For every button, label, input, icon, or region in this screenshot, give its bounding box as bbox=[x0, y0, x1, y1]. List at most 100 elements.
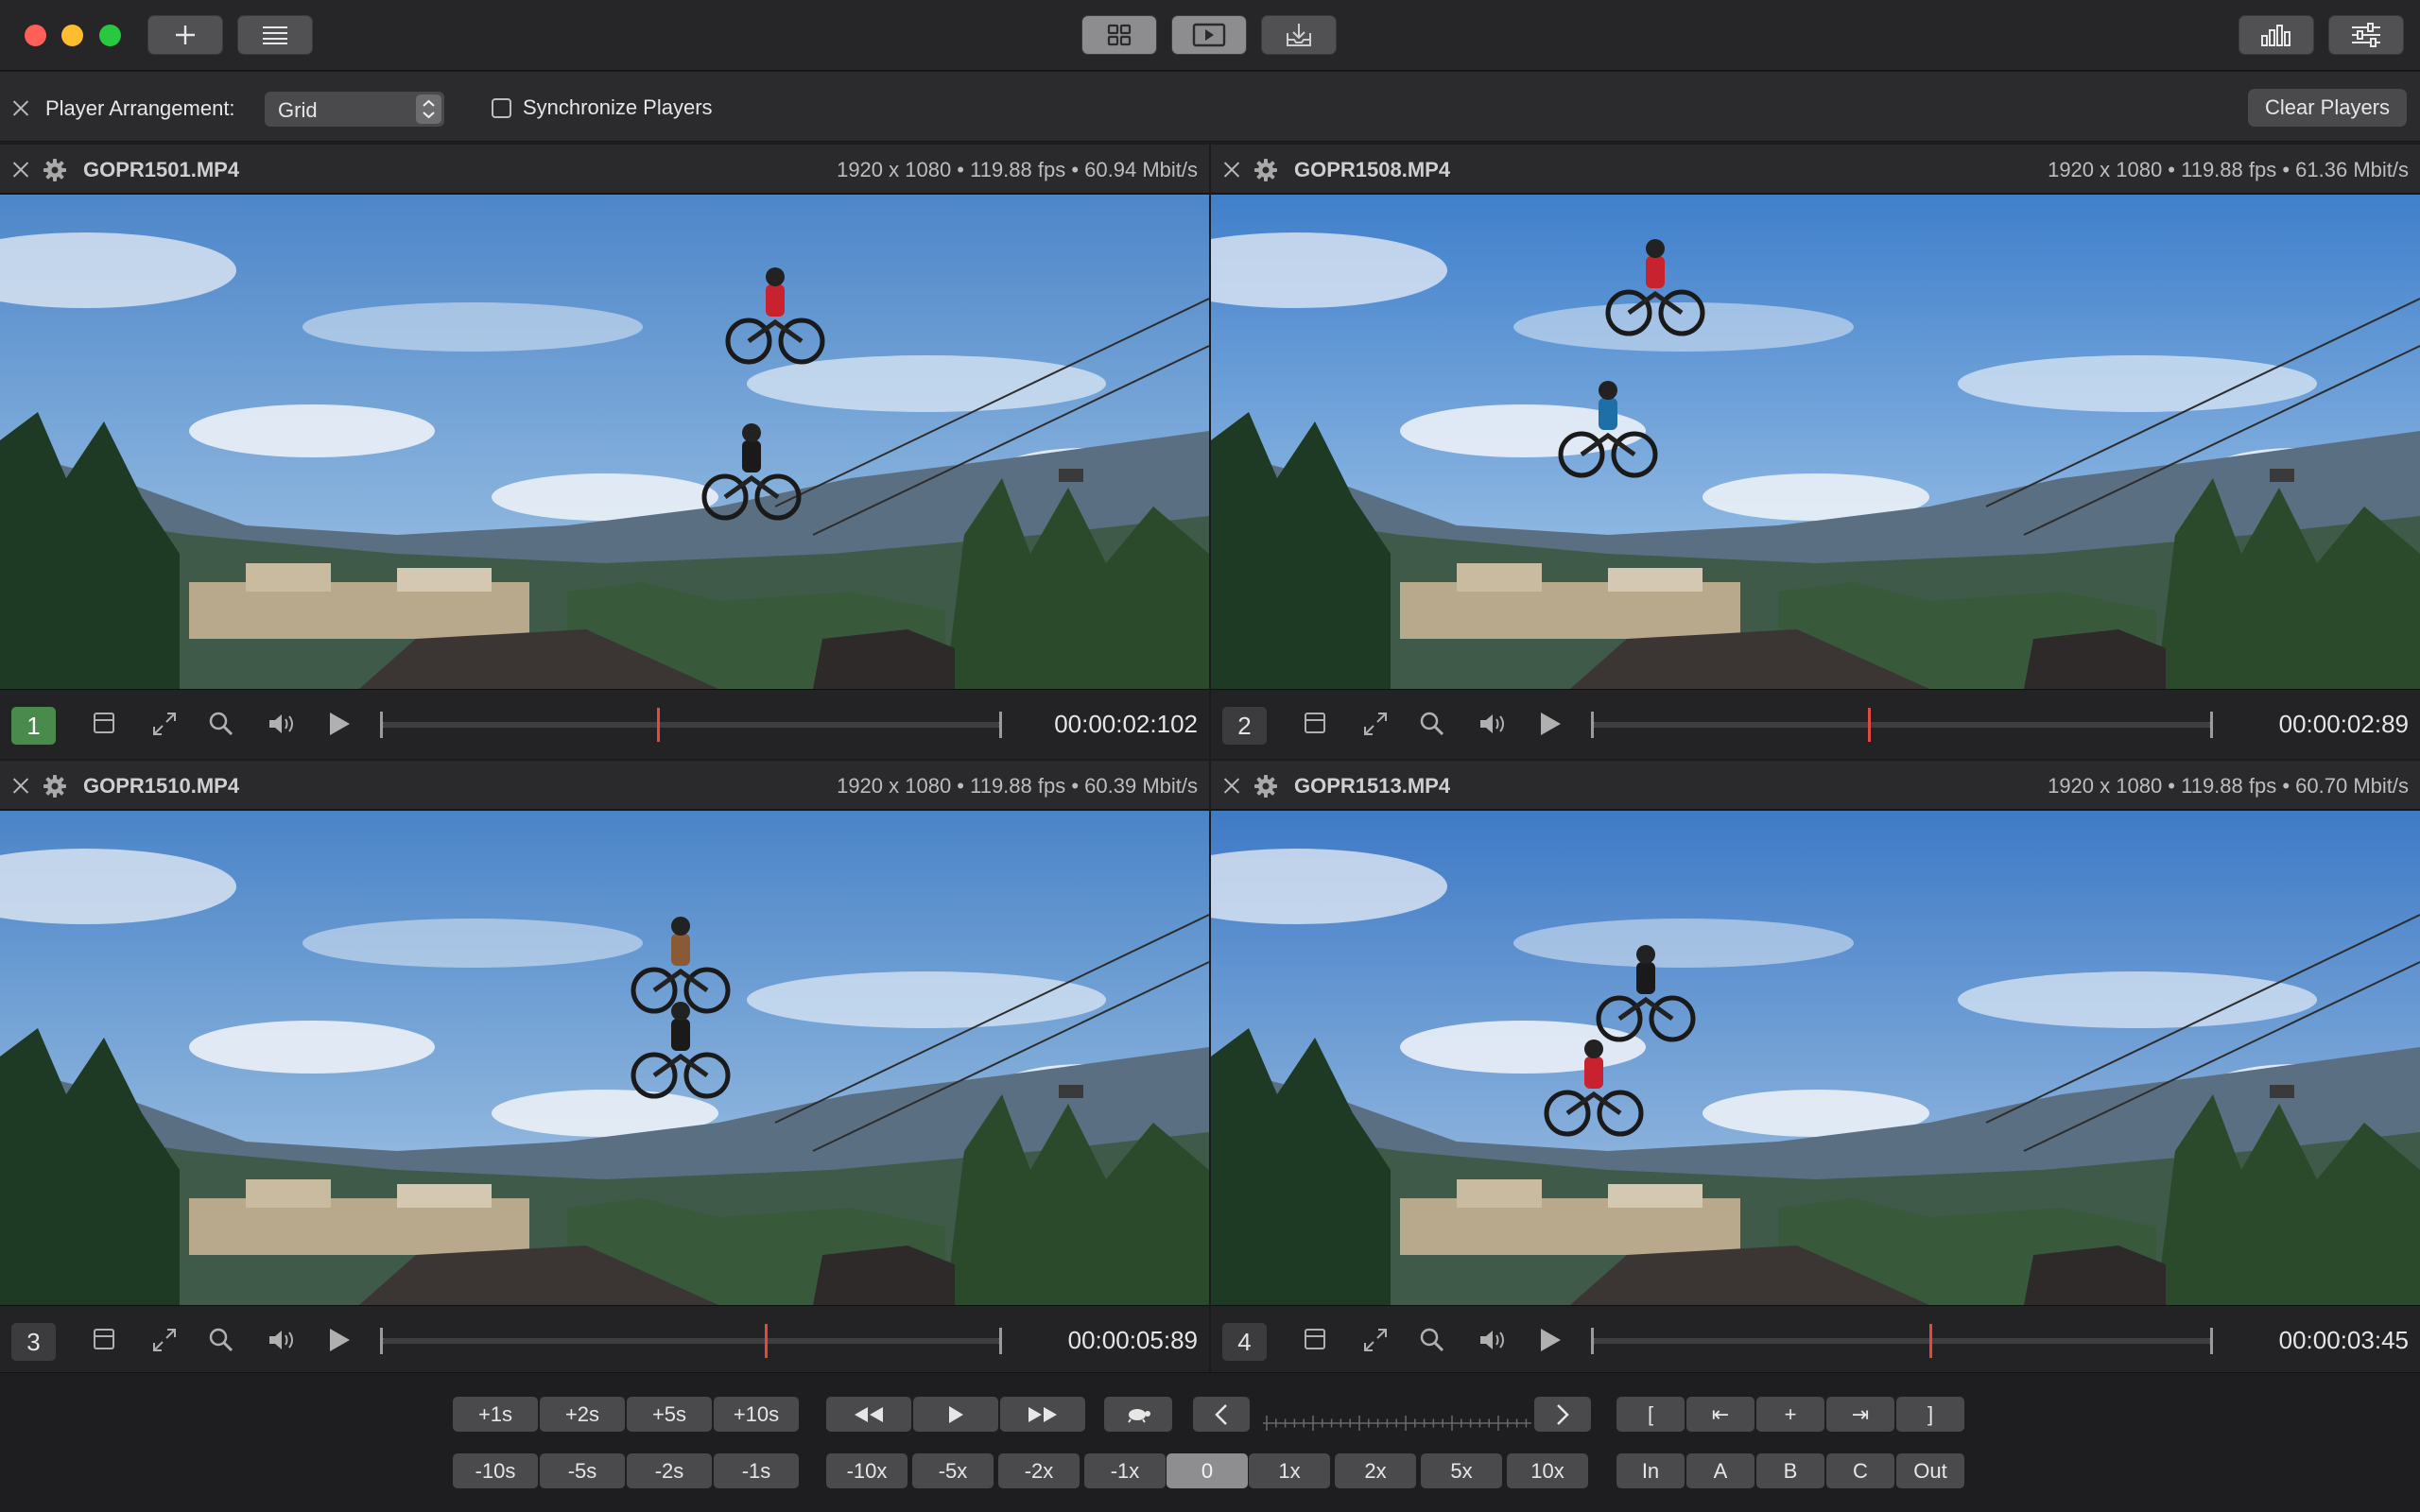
playhead[interactable] bbox=[765, 1324, 769, 1358]
window-close-button[interactable] bbox=[25, 25, 46, 46]
playhead[interactable] bbox=[1868, 708, 1872, 742]
fullscreen-icon[interactable] bbox=[151, 1327, 178, 1353]
import-button[interactable] bbox=[1261, 15, 1337, 55]
player-filename: GOPR1501.MP4 bbox=[83, 158, 240, 181]
window-zoom-button[interactable] bbox=[99, 25, 121, 46]
player-number-badge[interactable]: 2 bbox=[1222, 707, 1267, 745]
jump-forward-button[interactable]: +2s bbox=[540, 1397, 625, 1432]
speed-button[interactable]: -5x bbox=[912, 1453, 994, 1488]
jump-back-button[interactable]: -2s bbox=[627, 1453, 712, 1488]
timeline-scrubber[interactable] bbox=[380, 708, 1002, 742]
playhead[interactable] bbox=[657, 708, 661, 742]
video-frame[interactable] bbox=[0, 195, 1209, 689]
video-frame[interactable] bbox=[0, 811, 1209, 1305]
zoom-icon[interactable] bbox=[208, 1327, 234, 1353]
clear-players-button[interactable]: Clear Players bbox=[2248, 89, 2407, 127]
timeline-scrubber[interactable] bbox=[1591, 1324, 2213, 1358]
volume-icon[interactable] bbox=[267, 711, 295, 737]
player-number-badge[interactable]: 1 bbox=[11, 707, 56, 745]
snapshot-icon[interactable] bbox=[1304, 711, 1326, 735]
grid-view-button[interactable] bbox=[1081, 15, 1157, 55]
mark-button[interactable]: ⇤ bbox=[1686, 1397, 1754, 1432]
gear-icon[interactable] bbox=[43, 159, 66, 181]
jump-back-button[interactable]: -1s bbox=[714, 1453, 799, 1488]
volume-icon[interactable] bbox=[267, 1327, 295, 1353]
slow-motion-button[interactable] bbox=[1104, 1397, 1172, 1432]
play-icon[interactable] bbox=[1538, 711, 1563, 737]
mark-label-button[interactable]: B bbox=[1756, 1453, 1824, 1488]
play-icon[interactable] bbox=[1538, 1327, 1563, 1353]
close-player-icon[interactable] bbox=[12, 777, 29, 794]
statistics-button[interactable] bbox=[2238, 15, 2314, 55]
mark-button[interactable]: ⇥ bbox=[1826, 1397, 1894, 1432]
turtle-icon bbox=[1128, 1408, 1150, 1423]
playhead[interactable] bbox=[1929, 1324, 1933, 1358]
synchronize-checkbox[interactable] bbox=[492, 98, 511, 118]
close-player-icon[interactable] bbox=[1223, 777, 1240, 794]
speed-button[interactable]: -1x bbox=[1084, 1453, 1166, 1488]
jump-forward-button[interactable]: +1s bbox=[453, 1397, 538, 1432]
mark-label-button[interactable]: In bbox=[1616, 1453, 1685, 1488]
gear-icon[interactable] bbox=[1254, 775, 1277, 798]
jump-back-button[interactable]: -10s bbox=[453, 1453, 538, 1488]
player-controls: 2 00:00:02:89 bbox=[1211, 689, 2420, 759]
snapshot-icon[interactable] bbox=[93, 1327, 115, 1351]
fullscreen-icon[interactable] bbox=[1362, 711, 1389, 737]
arrangement-select[interactable]: Grid bbox=[265, 92, 444, 127]
adjustments-button[interactable] bbox=[2328, 15, 2404, 55]
step-forward-button[interactable] bbox=[1534, 1397, 1591, 1432]
snapshot-icon[interactable] bbox=[1304, 1327, 1326, 1351]
mark-button[interactable]: [ bbox=[1616, 1397, 1685, 1432]
zoom-icon[interactable] bbox=[208, 711, 234, 737]
mark-label-button[interactable]: A bbox=[1686, 1453, 1754, 1488]
mark-button[interactable]: ] bbox=[1896, 1397, 1964, 1432]
timeline-scrubber[interactable] bbox=[1591, 708, 2213, 742]
gear-icon[interactable] bbox=[1254, 159, 1277, 181]
player-4: GOPR1513.MP4 1920 x 1080 • 119.88 fps • … bbox=[1211, 761, 2420, 1375]
video-frame[interactable] bbox=[1211, 195, 2420, 689]
fast-forward-button[interactable] bbox=[1000, 1397, 1085, 1432]
mark-button[interactable]: + bbox=[1756, 1397, 1824, 1432]
volume-icon[interactable] bbox=[1478, 1327, 1506, 1353]
speed-button[interactable]: 2x bbox=[1335, 1453, 1416, 1488]
player-view-button[interactable] bbox=[1171, 15, 1247, 55]
player-number-badge[interactable]: 4 bbox=[1222, 1323, 1267, 1361]
player-1: GOPR1501.MP4 1920 x 1080 • 119.88 fps • … bbox=[0, 145, 1209, 759]
fullscreen-icon[interactable] bbox=[151, 711, 178, 737]
jump-forward-button[interactable]: +10s bbox=[714, 1397, 799, 1432]
window-minimize-button[interactable] bbox=[61, 25, 83, 46]
fullscreen-icon[interactable] bbox=[1362, 1327, 1389, 1353]
zoom-icon[interactable] bbox=[1419, 711, 1445, 737]
speed-button[interactable]: 1x bbox=[1249, 1453, 1330, 1488]
zoom-icon[interactable] bbox=[1419, 1327, 1445, 1353]
add-button[interactable] bbox=[147, 15, 223, 55]
speed-button[interactable]: -10x bbox=[826, 1453, 908, 1488]
step-back-button[interactable] bbox=[1193, 1397, 1250, 1432]
jump-back-button[interactable]: -5s bbox=[540, 1453, 625, 1488]
player-header: GOPR1501.MP4 1920 x 1080 • 119.88 fps • … bbox=[0, 145, 1209, 194]
jog-ruler[interactable] bbox=[1263, 1414, 1531, 1433]
player-controls: 3 00:00:05:89 bbox=[0, 1305, 1209, 1375]
close-player-icon[interactable] bbox=[12, 161, 29, 178]
close-arrangement-icon[interactable] bbox=[12, 99, 29, 116]
close-player-icon[interactable] bbox=[1223, 161, 1240, 178]
gear-icon[interactable] bbox=[43, 775, 66, 798]
rewind-button[interactable] bbox=[826, 1397, 911, 1432]
jump-forward-button[interactable]: +5s bbox=[627, 1397, 712, 1432]
list-view-button[interactable] bbox=[237, 15, 313, 55]
mark-label-button[interactable]: Out bbox=[1896, 1453, 1964, 1488]
player-3: GOPR1510.MP4 1920 x 1080 • 119.88 fps • … bbox=[0, 761, 1209, 1375]
player-number-badge[interactable]: 3 bbox=[11, 1323, 56, 1361]
mark-label-button[interactable]: C bbox=[1826, 1453, 1894, 1488]
play-button[interactable] bbox=[913, 1397, 998, 1432]
play-icon[interactable] bbox=[327, 711, 352, 737]
video-frame[interactable] bbox=[1211, 811, 2420, 1305]
speed-button[interactable]: 5x bbox=[1421, 1453, 1502, 1488]
play-icon[interactable] bbox=[327, 1327, 352, 1353]
speed-button[interactable]: 10x bbox=[1507, 1453, 1588, 1488]
speed-button[interactable]: 0 bbox=[1167, 1453, 1248, 1488]
timeline-scrubber[interactable] bbox=[380, 1324, 1002, 1358]
speed-button[interactable]: -2x bbox=[998, 1453, 1080, 1488]
snapshot-icon[interactable] bbox=[93, 711, 115, 735]
volume-icon[interactable] bbox=[1478, 711, 1506, 737]
